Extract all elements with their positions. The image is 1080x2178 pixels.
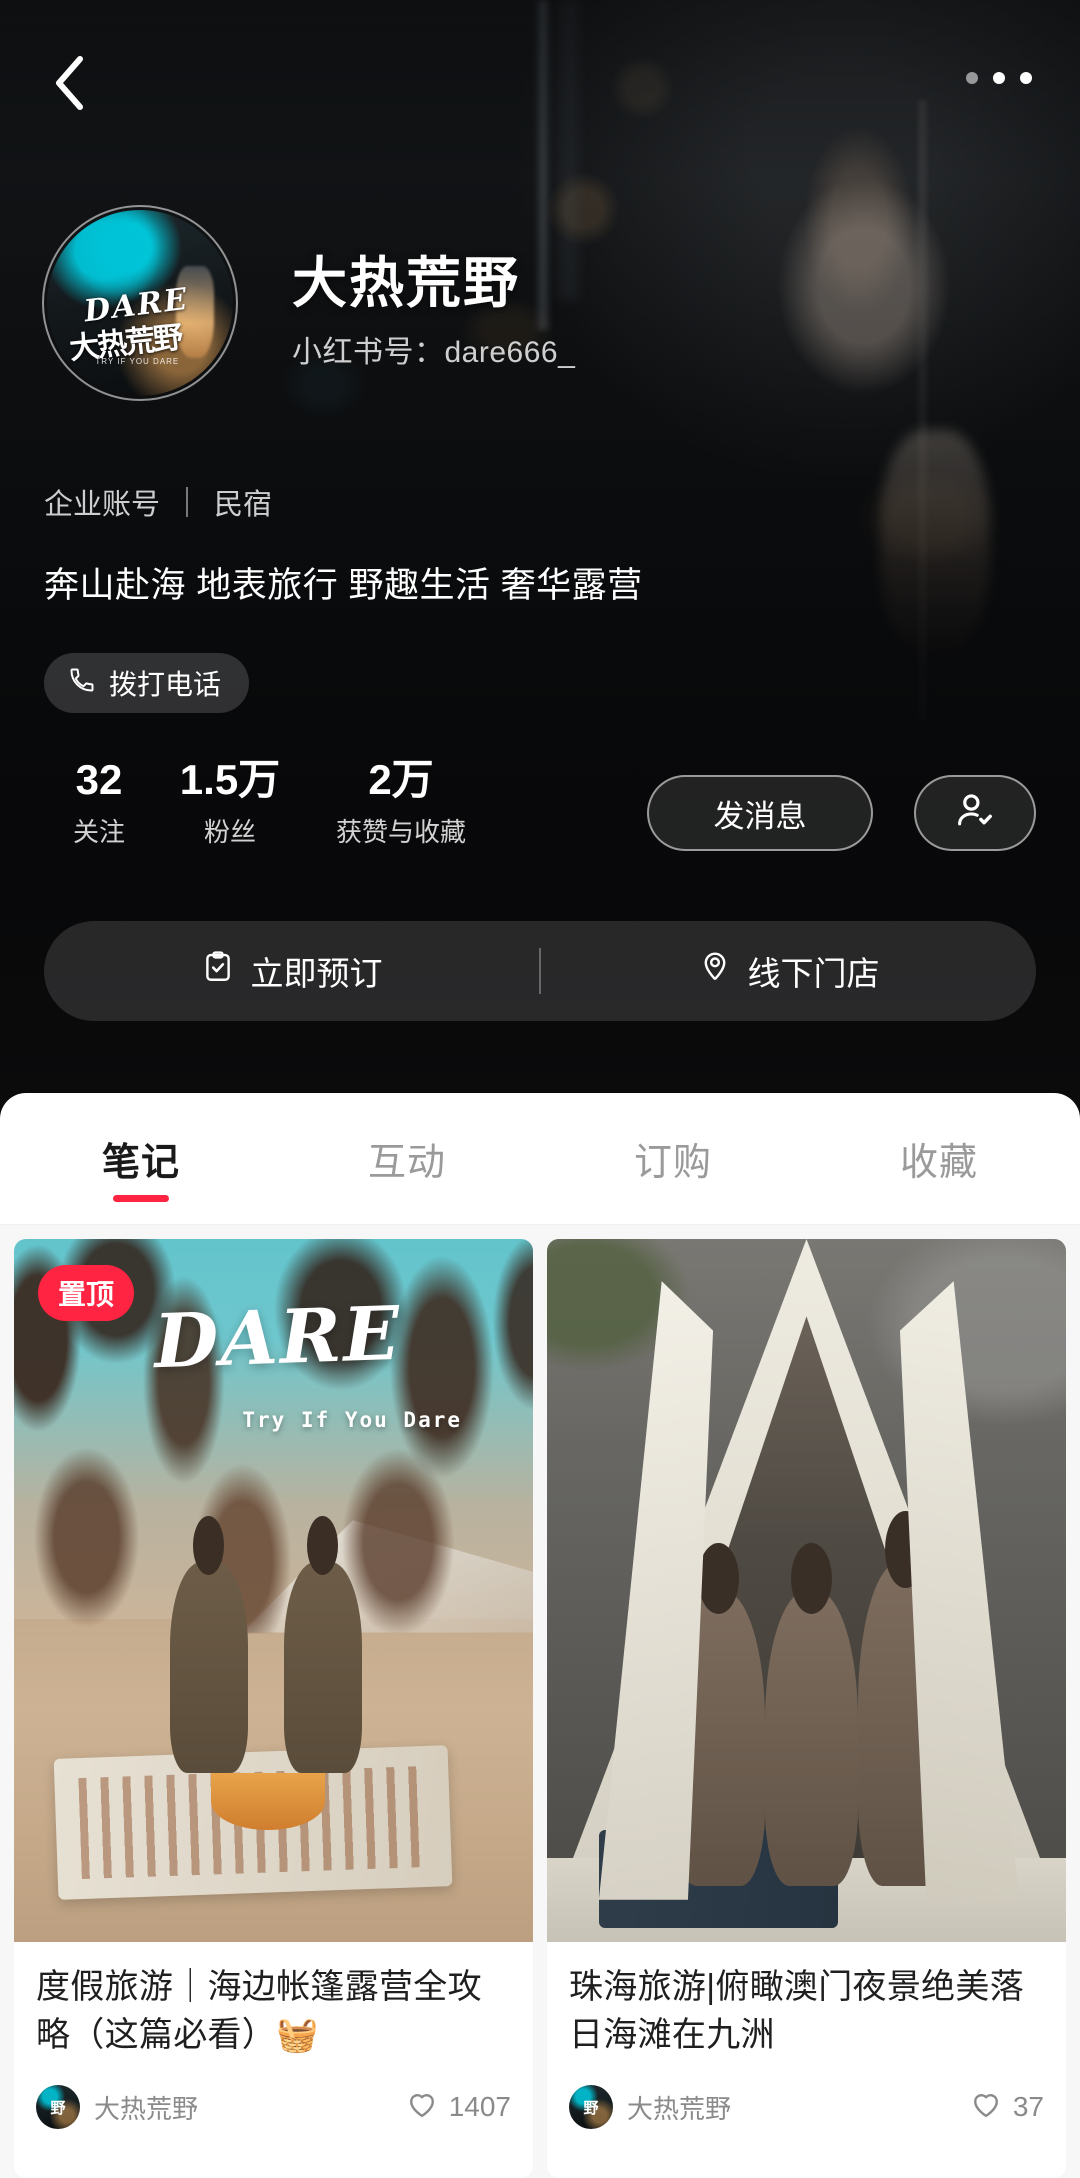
like-count: 1407 xyxy=(448,2091,511,2123)
send-message-label: 发消息 xyxy=(713,798,807,834)
author-name: 大热荒野 xyxy=(94,2093,199,2124)
back-button[interactable] xyxy=(38,52,100,114)
call-phone-button[interactable]: 拨打电话 xyxy=(44,653,250,713)
user-check-icon xyxy=(953,789,997,838)
tab-label: 笔记 xyxy=(101,1142,180,1184)
cover-title-text: DARE xyxy=(152,1290,404,1386)
note-title: 珠海旅游|俯瞰澳门夜景绝美落日海滩在九洲 xyxy=(569,1968,1025,2054)
stat-likes-collects[interactable]: 2万 获赞与收藏 xyxy=(306,756,496,849)
note-title: 度假旅游｜海边帐篷露营全攻略（这篇必看）🧺 xyxy=(36,1968,482,2054)
avatar-logo-tagline: TRY IF YOU DARE xyxy=(95,356,180,366)
notes-feed: DARE Try If You Dare 置顶 度假旅游｜海边帐篷露营全攻略（这… xyxy=(0,1225,1080,2178)
tab-label: 互动 xyxy=(367,1142,446,1184)
profile-name: 大热荒野 xyxy=(292,252,521,314)
more-dots-icon xyxy=(1020,72,1032,84)
action-bar: 立即预订 线下门店 xyxy=(44,921,1036,1021)
like-count: 37 xyxy=(1012,2091,1044,2123)
author-avatar[interactable] xyxy=(36,2085,80,2130)
send-message-button[interactable]: 发消息 xyxy=(647,775,873,851)
stat-label: 关注 xyxy=(72,817,125,848)
heart-icon xyxy=(405,2087,439,2128)
book-now-label: 立即预订 xyxy=(250,955,383,992)
offline-store-button[interactable]: 线下门店 xyxy=(541,921,1036,1021)
tab-label: 收藏 xyxy=(899,1142,978,1184)
offline-store-label: 线下门店 xyxy=(747,955,880,992)
stat-value: 32 xyxy=(75,756,123,803)
stat-label: 粉丝 xyxy=(203,817,256,848)
tab-active-underline xyxy=(113,1195,169,1202)
heart-icon xyxy=(969,2087,1003,2128)
more-options-button[interactable] xyxy=(966,72,1032,84)
cover-person xyxy=(764,1543,859,1886)
tab-orders[interactable]: 订购 xyxy=(540,1093,806,1224)
stat-followers[interactable]: 1.5万 粉丝 xyxy=(154,756,306,849)
rednote-id-value: dare666_ xyxy=(444,336,576,369)
note-meta: 大热荒野 37 xyxy=(569,2085,1044,2147)
like-button[interactable]: 37 xyxy=(969,2087,1044,2128)
note-card-body: 珠海旅游|俯瞰澳门夜景绝美落日海滩在九洲 大热荒野 37 xyxy=(547,1942,1066,2147)
avatar[interactable]: DARE 大热荒野 TRY IF YOU DARE xyxy=(42,205,238,401)
phone-icon xyxy=(68,666,96,701)
author-avatar[interactable] xyxy=(569,2085,613,2130)
stat-label: 获赞与收藏 xyxy=(335,817,466,848)
account-type-label: 企业账号 xyxy=(44,489,161,521)
location-pin-icon xyxy=(698,950,732,992)
note-card[interactable]: DARE Try If You Dare 置顶 度假旅游｜海边帐篷露营全攻略（这… xyxy=(14,1239,533,2178)
note-meta: 大热荒野 1407 xyxy=(36,2085,511,2147)
rednote-id-label: 小红书号： xyxy=(292,336,445,369)
avatar-image: DARE 大热荒野 TRY IF YOU DARE xyxy=(47,210,233,396)
cover-fruit-bowl xyxy=(211,1773,326,1830)
tab-notes[interactable]: 笔记 xyxy=(8,1093,274,1224)
more-dots-icon xyxy=(993,72,1005,84)
stats-row: 32 关注 1.5万 粉丝 2万 获赞与收藏 xyxy=(44,756,496,849)
cover-person xyxy=(169,1516,248,1774)
note-card[interactable]: 珠海旅游|俯瞰澳门夜景绝美落日海滩在九洲 大热荒野 37 xyxy=(547,1239,1066,2178)
top-bar xyxy=(0,0,1080,150)
tab-label: 订购 xyxy=(633,1142,712,1184)
rednote-id: 小红书号：dare666_ xyxy=(292,327,575,371)
call-phone-label: 拨打电话 xyxy=(109,669,222,700)
divider xyxy=(186,487,189,517)
cover-person xyxy=(283,1516,362,1774)
stat-value: 2万 xyxy=(368,756,434,803)
account-type-row: 企业账号 民宿 xyxy=(44,481,272,523)
profile-description: 奔山赴海 地表旅行 野趣生活 奢华露营 xyxy=(44,566,643,605)
note-cover-image[interactable] xyxy=(547,1239,1066,1942)
account-category-label: 民宿 xyxy=(214,489,273,521)
pinned-badge: 置顶 xyxy=(38,1265,135,1321)
clipboard-check-icon xyxy=(201,950,235,992)
tab-collections[interactable]: 收藏 xyxy=(806,1093,1072,1224)
cover-subtitle-text: Try If You Dare xyxy=(242,1407,463,1432)
book-now-button[interactable]: 立即预订 xyxy=(44,921,539,1021)
stat-value: 1.5万 xyxy=(179,756,281,803)
tab-bar: 笔记 互动 订购 收藏 xyxy=(0,1093,1080,1225)
chevron-left-icon xyxy=(52,55,86,111)
note-card-body: 度假旅游｜海边帐篷露营全攻略（这篇必看）🧺 大热荒野 1407 xyxy=(14,1942,533,2147)
more-dots-icon xyxy=(966,72,978,84)
tab-interactions[interactable]: 互动 xyxy=(274,1093,540,1224)
follow-user-button[interactable] xyxy=(914,775,1036,851)
profile-screen: DARE 大热荒野 TRY IF YOU DARE 大热荒野 小红书号：dare… xyxy=(0,0,1080,2178)
content-sheet: 笔记 互动 订购 收藏 DARE Try If You Dare 置顶 度假旅游… xyxy=(0,1093,1080,2178)
like-button[interactable]: 1407 xyxy=(405,2087,511,2128)
note-cover-image[interactable]: DARE Try If You Dare 置顶 xyxy=(14,1239,533,1942)
author-name: 大热荒野 xyxy=(627,2093,732,2124)
stat-following[interactable]: 32 关注 xyxy=(44,756,154,849)
